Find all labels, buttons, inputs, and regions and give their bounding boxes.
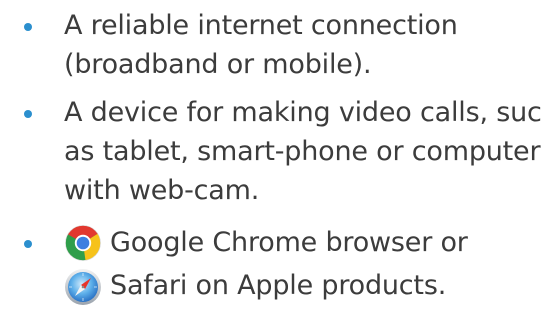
chrome-icon xyxy=(64,224,102,262)
list-item-text-line: with web-cam. xyxy=(64,175,260,206)
list-item-text-line: as tablet, smart-phone or computer xyxy=(64,136,541,167)
list-item-text-line: Safari on Apple products. xyxy=(110,270,447,301)
list-item-text-line: Google Chrome browser or xyxy=(110,227,468,258)
list-item-text-line: (broadband or mobile). xyxy=(64,49,372,80)
bullet-point xyxy=(24,23,32,31)
safari-icon xyxy=(64,268,102,306)
list-item-text-line: A reliable internet connection xyxy=(64,10,458,41)
requirements-list: A reliable internet connection (broadban… xyxy=(0,0,542,311)
bullet-point xyxy=(24,110,32,118)
list-item-text-line: A device for making video calls, such xyxy=(64,97,542,128)
bullet-point xyxy=(24,240,32,248)
